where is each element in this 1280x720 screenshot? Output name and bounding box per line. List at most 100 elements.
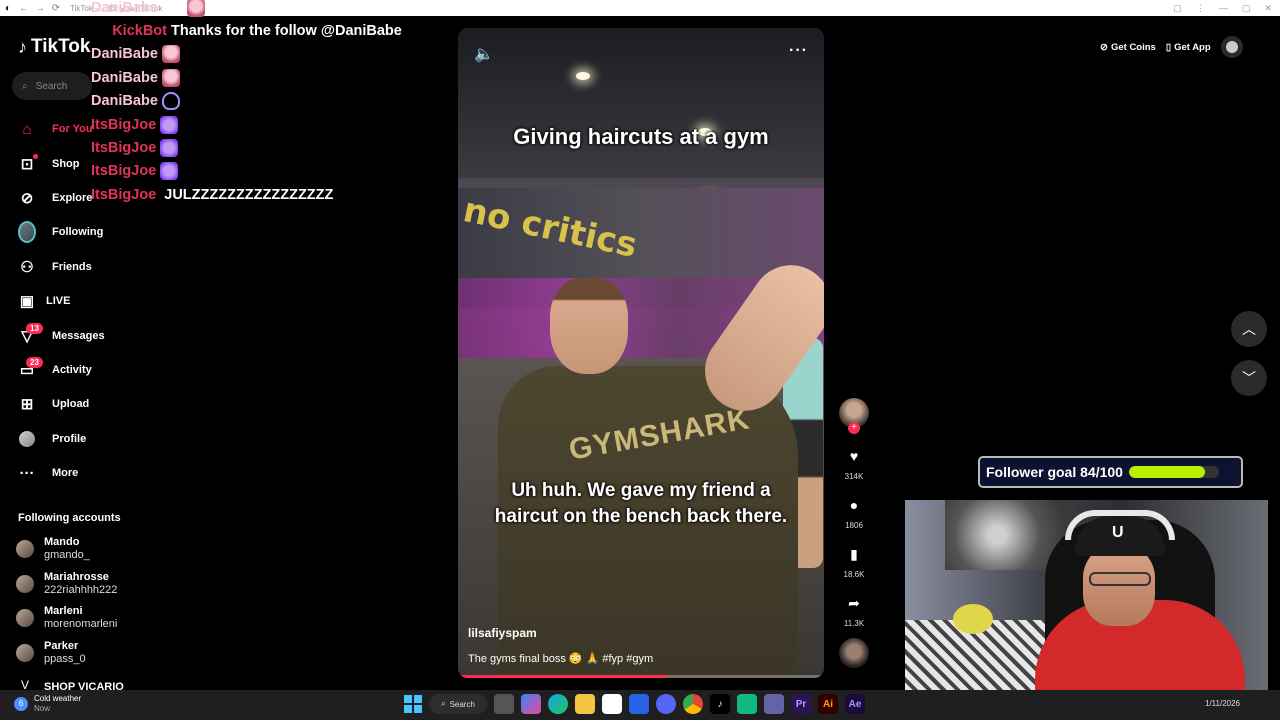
creator-avatar[interactable]: + — [839, 398, 869, 434]
account-name: Marleni — [44, 605, 83, 618]
user-avatar[interactable] — [1220, 36, 1243, 58]
close-icon[interactable]: ✕ — [1264, 3, 1272, 14]
taskbar-search-label: Search — [449, 699, 475, 709]
windows-start-icon[interactable] — [404, 695, 422, 713]
tiktok-logo[interactable]: ♪ TikTok — [18, 36, 90, 58]
tiktok-app-icon[interactable]: ♪ — [710, 694, 730, 714]
more-options-icon[interactable]: ··· — [789, 42, 808, 60]
following-account[interactable]: Marleni morenomarleni — [16, 601, 124, 636]
task-view-icon[interactable] — [494, 694, 514, 714]
comment-action[interactable]: ● 1806 — [840, 491, 868, 530]
following-account[interactable]: Parker ppass_0 — [16, 636, 124, 671]
sidebar-item-messages[interactable]: ▽ 13 Messages — [18, 318, 105, 352]
previous-video-button[interactable]: ︿ — [1231, 311, 1267, 347]
chat-line: ItsBigJoe JULZZZZZZZZZZZZZZZZ — [91, 183, 402, 206]
chat-username: DaniBabe — [91, 0, 158, 16]
store-icon[interactable] — [602, 694, 622, 714]
sidebar-item-activity[interactable]: ▭ 23 Activity — [18, 353, 105, 387]
back-icon[interactable]: ← — [16, 0, 32, 16]
following-account[interactable]: Mando gmando_ — [16, 532, 124, 567]
chat-username: ItsBigJoe — [91, 186, 157, 203]
chat-username: ItsBigJoe — [91, 116, 157, 133]
webcam-glasses — [1089, 572, 1151, 586]
weather-icon: 6 — [14, 697, 28, 711]
video-player[interactable]: no critics GYMSHARK 🔈 ··· Giving haircut… — [458, 28, 824, 678]
share-action[interactable]: ➦ 11.3K — [840, 589, 868, 629]
streamer-webcam: U — [905, 500, 1268, 705]
reload-icon[interactable]: ⟳ — [48, 0, 64, 16]
bookmark-icon[interactable]: ▮ — [840, 540, 868, 568]
chat-username: DaniBabe — [91, 46, 158, 63]
profile-avatar — [18, 430, 36, 448]
after-effects-icon[interactable]: Ae — [845, 694, 865, 714]
copilot-icon[interactable] — [521, 694, 541, 714]
account-handle: 222riahhhh222 — [44, 583, 118, 596]
emote-icon — [160, 162, 179, 181]
chat-line: ItsBigJoe — [91, 136, 402, 159]
share-arrow-icon[interactable]: ➦ — [840, 589, 868, 617]
shop-bag-icon: ⊡ — [18, 153, 38, 173]
extension-icon[interactable]: ▢ — [1173, 3, 1182, 14]
follow-plus-icon[interactable]: + — [848, 422, 860, 434]
sidebar-item-friends[interactable]: ⚇ Friends — [18, 250, 105, 284]
sidebar-item-live[interactable]: ▣ LIVE — [18, 284, 105, 318]
minimize-icon[interactable]: — — [1219, 3, 1228, 13]
chat-line: DaniBabe — [91, 90, 402, 113]
mail-icon[interactable] — [629, 694, 649, 714]
chat-username: DaniBabe — [91, 69, 158, 86]
teams-icon[interactable] — [764, 694, 784, 714]
premiere-icon[interactable]: Pr — [791, 694, 811, 714]
next-video-button[interactable]: ﹀ — [1231, 360, 1267, 396]
get-coins-label: Get Coins — [1110, 41, 1156, 53]
browser-logo-icon: ◐ — [4, 2, 12, 14]
maximize-icon[interactable]: ▢ — [1242, 3, 1251, 14]
video-progress-bar[interactable] — [458, 675, 824, 678]
video-author[interactable]: lilsafiyspam — [468, 626, 537, 640]
tiktok-note-icon: ♪ — [18, 36, 27, 57]
weather-widget[interactable]: 6 Cold weather Now — [14, 694, 81, 714]
comment-icon[interactable]: ● — [840, 491, 868, 519]
like-count: 314K — [844, 472, 864, 481]
search-input[interactable]: ⌕ Search — [12, 72, 92, 100]
forward-icon[interactable]: → — [32, 0, 48, 16]
heart-icon[interactable]: ♥ — [840, 442, 868, 470]
save-action[interactable]: ▮ 18.6K — [840, 540, 868, 580]
music-disc-icon[interactable] — [839, 638, 869, 668]
chrome-icon[interactable] — [683, 694, 703, 714]
sidebar-item-upload[interactable]: ⊞ Upload — [18, 387, 105, 421]
follower-goal-widget: Follower goal 84/100 — [978, 456, 1243, 488]
account-handle: ppass_0 — [44, 652, 86, 665]
following-account[interactable]: Mariahrosse 222riahhhh222 — [16, 567, 124, 602]
video-actions: + ♥ 314K ● 1806 ▮ 18.6K ➦ 11.3K — [838, 398, 870, 668]
menu-icon[interactable]: ⋮ — [1196, 3, 1205, 14]
get-coins-button[interactable]: ⊘ Get Coins — [1100, 42, 1156, 53]
sidebar-item-label: Following — [52, 226, 104, 239]
edge-icon[interactable] — [548, 694, 568, 714]
file-explorer-icon[interactable] — [575, 694, 595, 714]
emote-icon — [161, 45, 180, 64]
chat-message: Thanks for the follow @DaniBabe — [171, 23, 402, 40]
webcam-face — [1083, 546, 1155, 626]
taskbar-date[interactable]: 1/11/2026 — [1205, 699, 1240, 708]
sidebar-item-more[interactable]: ··· More — [18, 456, 105, 490]
volume-icon[interactable]: 🔈 — [474, 44, 494, 64]
emote-icon — [160, 115, 179, 134]
chat-line: DaniBabe — [91, 66, 402, 89]
stream-chat-overlay: DaniBabe KickBot Thanks for the follow @… — [91, 0, 402, 207]
illustrator-icon[interactable]: Ai — [818, 694, 838, 714]
sidebar-item-following[interactable]: Following — [18, 215, 105, 249]
sidebar-item-profile[interactable]: Profile — [18, 422, 105, 456]
like-action[interactable]: ♥ 314K — [840, 442, 868, 481]
save-count: 18.6K — [843, 570, 865, 579]
webcam-headphones — [1065, 510, 1175, 540]
sidebar-item-label: More — [52, 467, 79, 480]
comment-count: 1806 — [845, 521, 863, 530]
get-app-button[interactable]: ▯ Get App — [1166, 42, 1211, 53]
app-icon[interactable] — [737, 694, 757, 714]
video-scene-lamp — [576, 72, 590, 80]
discord-icon[interactable] — [656, 694, 676, 714]
heart-emote-icon — [161, 92, 180, 111]
emote-icon — [161, 68, 180, 87]
taskbar-search[interactable]: ⌕ Search — [429, 694, 487, 714]
home-icon: ⌂ — [22, 120, 32, 138]
